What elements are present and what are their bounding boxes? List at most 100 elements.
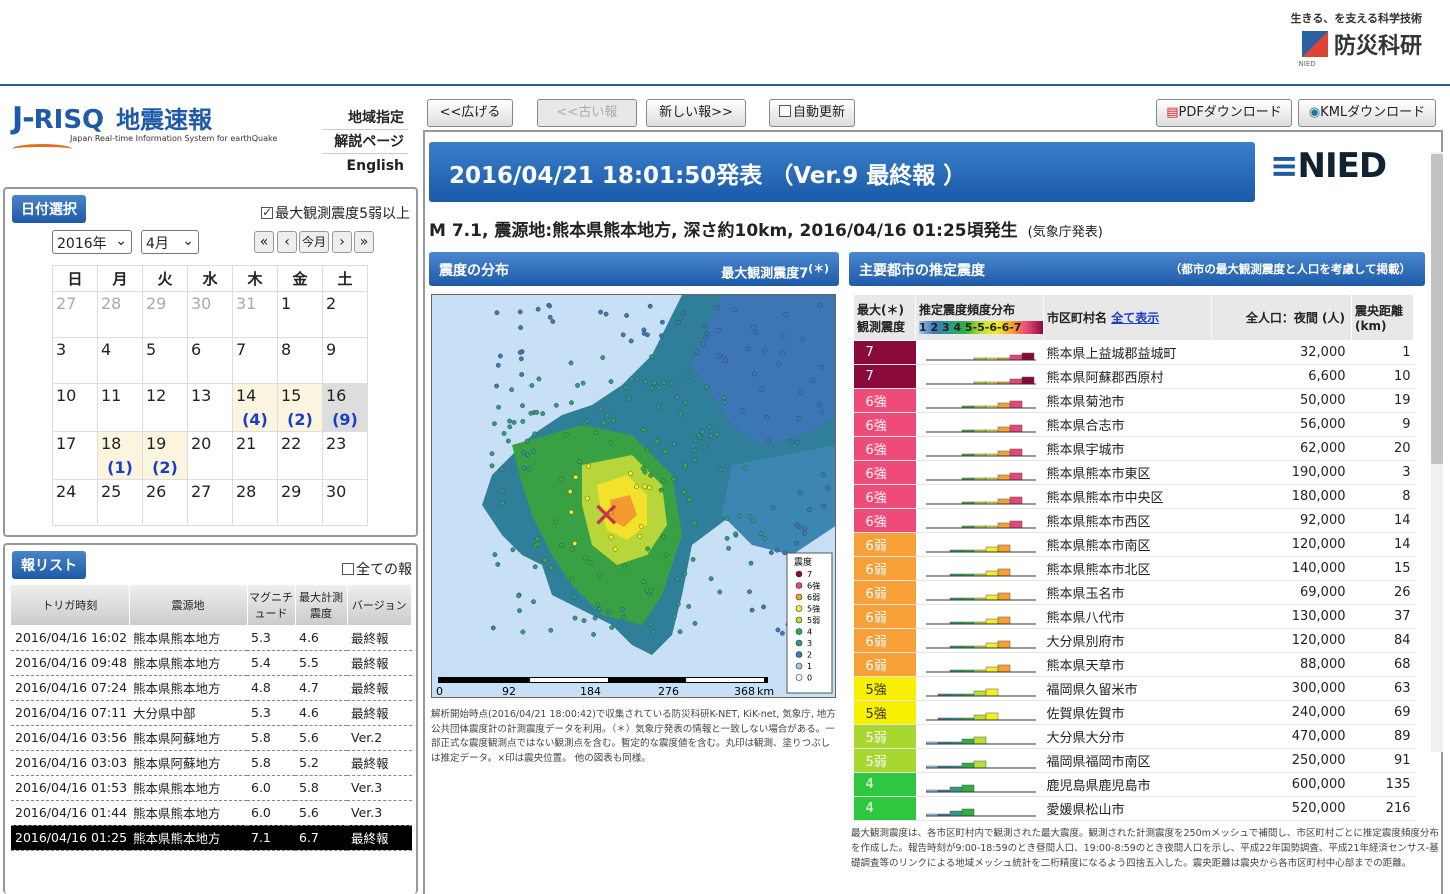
station-dot: [724, 535, 730, 541]
calendar-day[interactable]: 9: [322, 337, 368, 384]
date-panel: 日付選択 最大観測震度5弱以上 2016年 ⌄ 4月 ⌄ « ‹ 今月 › » …: [3, 187, 418, 537]
calendar-day[interactable]: 2: [322, 291, 368, 338]
newer-report-button[interactable]: 新しい報>>: [646, 99, 746, 127]
menu-english[interactable]: English: [322, 154, 408, 178]
calendar-day[interactable]: 14 (4): [232, 383, 278, 432]
calendar-day[interactable]: 28: [97, 291, 143, 338]
histogram-svg: [925, 352, 1036, 361]
expand-button[interactable]: <<広げる: [427, 99, 513, 127]
city-name: 熊本県天草市: [1043, 652, 1212, 677]
day-event-count[interactable]: (4): [236, 410, 274, 429]
calendar-day[interactable]: 30: [322, 479, 368, 526]
calendar-day[interactable]: 29: [277, 479, 323, 526]
report-row[interactable]: 2016/04/16 01:53 熊本県熊本地方 6.0 5.8 Ver.3: [11, 775, 412, 801]
calendar-day[interactable]: 18 (1): [97, 431, 143, 480]
station-dot: [819, 409, 824, 415]
day-event-count[interactable]: (2): [146, 458, 184, 477]
this-month-button[interactable]: 今月: [299, 231, 329, 253]
calendar-day[interactable]: 16 (9): [322, 383, 368, 432]
legend-label: 5強: [807, 604, 820, 614]
calendar-day[interactable]: 21: [232, 431, 278, 480]
month-select[interactable]: 4月 ⌄: [141, 230, 199, 254]
histogram-svg: [925, 664, 1036, 673]
kml-download-button[interactable]: ◉KMLダウンロード: [1298, 99, 1436, 127]
calendar-day[interactable]: 17: [52, 431, 98, 480]
next-month-button[interactable]: ›: [332, 231, 352, 253]
station-dot: [547, 314, 553, 320]
intensity-map[interactable]: ✕ 震度 7 6強 6弱 5強 5弱 4 3 2 1 0 0 92 184 276 368 km: [431, 294, 836, 698]
calendar-day[interactable]: 15 (2): [277, 383, 323, 432]
station-dot: [716, 353, 722, 359]
calendar-day[interactable]: 4: [97, 337, 143, 384]
year-select[interactable]: 2016年 ⌄: [52, 230, 132, 254]
station-dot: [638, 523, 644, 529]
auto-update-toggle[interactable]: 自動更新: [769, 99, 855, 127]
calendar-day[interactable]: 29: [142, 291, 188, 338]
station-dot: [626, 396, 632, 402]
day-event-count[interactable]: (9): [326, 410, 364, 429]
older-report-button[interactable]: <<古い報: [537, 99, 637, 127]
calendar-day[interactable]: 6: [187, 337, 233, 384]
calendar-day[interactable]: 22: [277, 431, 323, 480]
next-year-button[interactable]: »: [354, 231, 374, 253]
histogram-bar: [949, 786, 962, 793]
report-row[interactable]: 2016/04/16 03:03 熊本県阿蘇地方 5.8 5.2 最終報: [11, 750, 412, 776]
report-row[interactable]: 2016/04/16 07:11 大分県中部 5.3 4.6 最終報: [11, 700, 412, 726]
day-number: 9: [326, 340, 337, 359]
day-number: 2: [326, 294, 337, 313]
show-all-link[interactable]: 全て表示: [1111, 311, 1159, 325]
all-reports-checkbox[interactable]: [342, 563, 354, 575]
station-dot: [675, 601, 681, 607]
report-row[interactable]: 2016/04/16 16:02 熊本県熊本地方 5.3 4.6 最終報: [11, 625, 412, 651]
calendar-day[interactable]: 11: [97, 383, 143, 432]
calendar-day[interactable]: 20: [187, 431, 233, 480]
calendar-day[interactable]: 25: [97, 479, 143, 526]
calendar-day[interactable]: 24: [52, 479, 98, 526]
scrollbar-thumb[interactable]: [1431, 154, 1443, 464]
calendar-day[interactable]: 28: [232, 479, 278, 526]
menu-region[interactable]: 地域指定: [322, 106, 408, 130]
calendar-day[interactable]: 1: [277, 291, 323, 338]
calendar-day[interactable]: 27: [187, 479, 233, 526]
report-row[interactable]: 2016/04/16 09:48 熊本県熊本地方 5.4 5.5 最終報: [11, 650, 412, 676]
calendar-day[interactable]: 10: [52, 383, 98, 432]
nied-header-logo[interactable]: 生きる、を支える科学技術 防災科研 NIED: [1291, 10, 1422, 68]
calendar-day[interactable]: 12: [142, 383, 188, 432]
jrisq-logo[interactable]: J- RISQ 地震速報 Japan Real-time Information S…: [12, 100, 312, 160]
calendar-day[interactable]: 7: [232, 337, 278, 384]
calendar-day[interactable]: 31: [232, 291, 278, 338]
day-number: 23: [326, 434, 347, 453]
report-row[interactable]: 2016/04/16 03:56 熊本県阿蘇地方 5.8 5.6 Ver.2: [11, 725, 412, 751]
max-intensity-filter[interactable]: 最大観測震度5弱以上: [261, 203, 410, 223]
all-reports-filter[interactable]: 全ての報: [342, 559, 412, 579]
histogram-bar: [997, 474, 1010, 481]
calendar-day[interactable]: 30: [187, 291, 233, 338]
calendar-day[interactable]: 26: [142, 479, 188, 526]
day-number: 27: [191, 482, 212, 501]
max-intensity-checkbox[interactable]: [261, 205, 274, 219]
scale-label: 276: [658, 685, 679, 698]
station-dot: [581, 618, 587, 623]
calendar-day[interactable]: 13: [187, 383, 233, 432]
report-row[interactable]: 2016/04/16 07:24 熊本県熊本地方 4.8 4.7 最終報: [11, 675, 412, 701]
calendar-day[interactable]: 27: [52, 291, 98, 338]
station-dot: [821, 503, 827, 509]
auto-update-checkbox[interactable]: [778, 105, 791, 117]
day-event-count[interactable]: (2): [281, 410, 319, 429]
report-row[interactable]: 2016/04/16 01:44 熊本県熊本地方 6.0 5.6 Ver.3: [11, 800, 412, 826]
calendar-day[interactable]: 3: [52, 337, 98, 384]
station-dot: [736, 513, 742, 519]
calendar-day[interactable]: 23: [322, 431, 368, 480]
prev-month-button[interactable]: ‹: [277, 231, 297, 253]
calendar-day[interactable]: 8: [277, 337, 323, 384]
pdf-download-button[interactable]: ▤PDFダウンロード: [1156, 99, 1292, 127]
quake-source: (気象庁発表): [1027, 225, 1103, 240]
day-event-count[interactable]: (1): [101, 458, 139, 477]
legend-swatch: [795, 570, 803, 578]
prev-year-button[interactable]: «: [254, 231, 274, 253]
calendar-day[interactable]: 19 (2): [142, 431, 188, 480]
calendar-day[interactable]: 5: [142, 337, 188, 384]
menu-help[interactable]: 解説ページ: [322, 130, 408, 154]
legend-label: 4: [807, 628, 812, 637]
report-row[interactable]: 2016/04/16 01:25 熊本県熊本地方 7.1 6.7 最終報: [11, 825, 412, 851]
